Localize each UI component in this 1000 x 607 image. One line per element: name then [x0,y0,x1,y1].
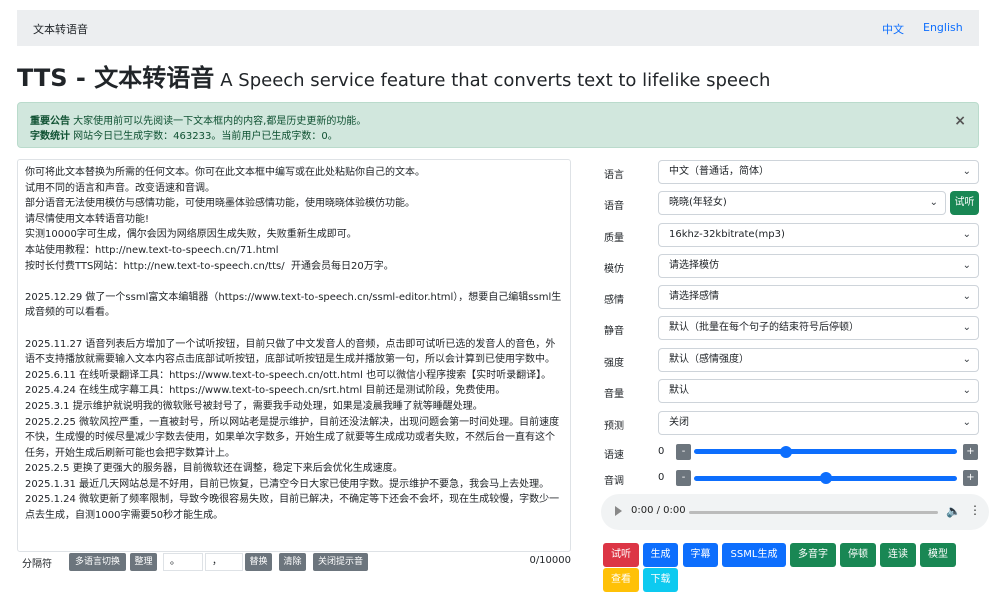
quality-value: 16khz-32kbitrate(mp3) [669,229,785,240]
intensity-label: 强度 [604,358,624,369]
quality-select[interactable]: 16khz-32kbitrate(mp3) ⌄ [658,223,979,247]
action-button-4[interactable]: 多音字 [790,543,836,567]
chevron-down-icon: ⌄ [962,229,971,240]
lang-en-link[interactable]: English [923,21,963,34]
action-button-6[interactable]: 连读 [880,543,916,567]
action-button-9[interactable]: 下载 [643,568,678,592]
chevron-down-icon: ⌄ [962,166,971,177]
voice-select[interactable]: 晓晓(年轻女) ⌄ [658,191,946,215]
action-button-0[interactable]: 试听 [603,543,639,567]
notice-text: 大家使用前可以先阅读一下文本框内的内容,都是历史更新的功能。 [70,116,367,127]
clear-button[interactable]: 清除 [279,553,306,571]
intensity-value: 默认（感情强度） [669,354,749,365]
imitate-label: 模仿 [604,264,624,275]
chevron-down-icon: ⌄ [962,385,971,396]
rate-plus-button[interactable]: + [963,444,978,460]
action-button-2[interactable]: 字幕 [683,543,718,567]
language-select[interactable]: 中文（普通话，简体） ⌄ [658,160,979,184]
replace-button[interactable]: 替换 [245,553,272,571]
voice-label: 语音 [604,201,624,212]
action-button-3[interactable]: SSML生成 [722,543,786,567]
pitch-slider-thumb[interactable] [819,472,832,484]
pitch-label: 音调 [604,476,624,487]
emotion-value: 请选择感情 [669,291,719,302]
silence-value: 默认（批量在每个句子的结束符号后停顿） [669,322,859,333]
stats-line: 字数统计 网站今日已生成字数：463233。当前用户已生成字数：0。 [30,127,338,142]
pitch-minus-button[interactable]: - [676,470,691,486]
separator-label: 分隔符 [22,559,52,570]
audio-progress[interactable] [689,511,938,514]
page-subtitle: A Speech service feature that converts t… [220,70,771,91]
chevron-down-icon: ⌄ [962,260,971,271]
rate-slider-track[interactable] [694,449,957,454]
notice-label: 重要公告 [30,116,70,127]
silence-select[interactable]: 默认（批量在每个句子的结束符号后停顿） ⌄ [658,316,979,340]
rate-label: 语速 [604,450,624,461]
chevron-down-icon: ⌄ [962,417,971,428]
multilang-button[interactable]: 多语言切换 [69,553,126,571]
navbar: 文本转语音 中文 English [17,10,979,46]
language-value: 中文（普通话，简体） [669,166,769,177]
rate-value: 0 [658,446,665,457]
pitch-plus-button[interactable]: + [963,470,978,486]
pitch-value: 0 [658,472,665,483]
volume-label: 音量 [604,389,624,400]
brand[interactable]: 文本转语音 [33,21,88,37]
quality-label: 质量 [604,233,624,244]
audio-time: 0:00 / 0:00 [631,505,686,516]
chevron-down-icon: ⌄ [962,291,971,302]
replace-input[interactable]: ， [205,553,243,571]
volume-icon[interactable]: 🔈 [946,504,961,518]
more-options-icon[interactable]: ⋮ [969,503,981,517]
imitate-select[interactable]: 请选择模仿 ⌄ [658,254,979,278]
chevron-down-icon: ⌄ [962,322,971,333]
lang-zh-link[interactable]: 中文 [882,21,904,37]
voice-value: 晓晓(年轻女) [669,197,727,208]
char-count: 0/10000 [529,555,571,566]
audio-player: 0:00 / 0:00 🔈 ⋮ [601,494,989,530]
volume-value: 默认 [669,385,689,396]
predict-value: 关闭 [669,417,689,428]
intensity-select[interactable]: 默认（感情强度） ⌄ [658,348,979,372]
page-title: TTS - 文本转语音 A Speech service feature that… [17,58,770,93]
chevron-down-icon: ⌄ [929,197,938,208]
volume-select[interactable]: 默认 ⌄ [658,379,979,403]
language-label: 语言 [604,170,624,181]
notice-line: 重要公告 大家使用前可以先阅读一下文本框内的内容,都是历史更新的功能。 [30,112,366,127]
stats-text: 网站今日已生成字数：463233。当前用户已生成字数：0。 [70,131,338,142]
find-input[interactable]: 。 [163,553,203,571]
emotion-label: 感情 [604,295,624,306]
editor-toolbar: 分隔符 多语言切换 整理 。 ， 替换 清除 关闭提示音 0/10000 [17,552,571,572]
silence-label: 静音 [604,326,624,337]
action-button-8[interactable]: 查看 [603,568,639,592]
rate-slider-thumb[interactable] [780,446,793,458]
predict-label: 预测 [604,421,624,432]
notice-alert: 重要公告 大家使用前可以先阅读一下文本框内的内容,都是历史更新的功能。 字数统计… [17,102,979,148]
text-input[interactable]: 你可将此文本替换为所需的任何文本。你可在此文本框中编写或在此处粘贴你自己的文本。… [17,159,571,552]
voice-preview-button[interactable]: 试听 [950,191,979,215]
action-button-1[interactable]: 生成 [643,543,678,567]
play-icon[interactable] [615,506,622,516]
rate-minus-button[interactable]: - [676,444,691,460]
imitate-value: 请选择模仿 [669,260,719,271]
action-button-7[interactable]: 模型 [920,543,956,567]
action-button-5[interactable]: 停顿 [840,543,876,567]
tidy-button[interactable]: 整理 [130,553,157,571]
predict-select[interactable]: 关闭 ⌄ [658,411,979,435]
chevron-down-icon: ⌄ [962,354,971,365]
stats-label: 字数统计 [30,131,70,142]
close-icon[interactable]: × [954,113,966,129]
page-title-main: TTS - 文本转语音 [17,64,215,92]
close-tip-sound-button[interactable]: 关闭提示音 [313,553,368,571]
emotion-select[interactable]: 请选择感情 ⌄ [658,285,979,309]
